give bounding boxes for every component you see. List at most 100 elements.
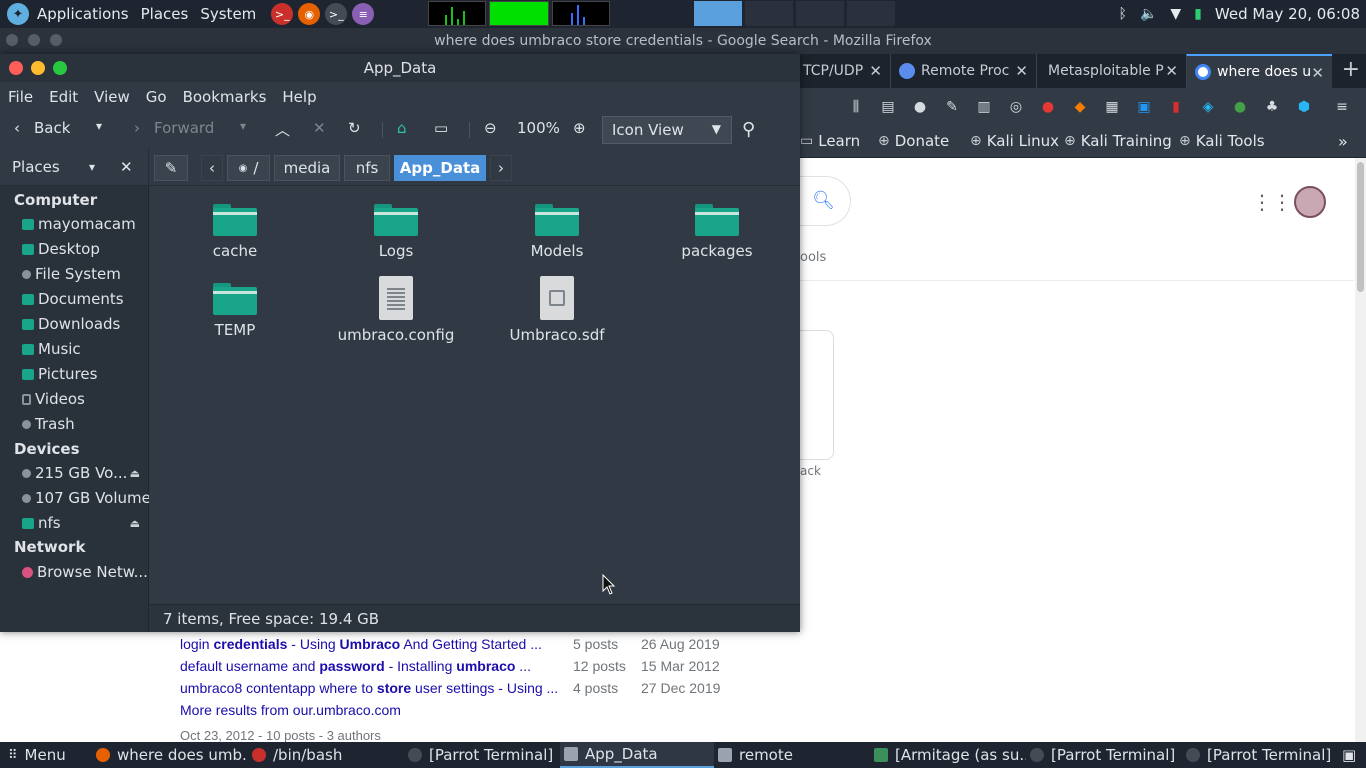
task-parrot-terminal-2[interactable]: [Parrot Terminal] <box>1030 742 1180 768</box>
extension-icon-1[interactable]: ✎ <box>942 97 962 117</box>
bookmarks-overflow-icon[interactable]: » <box>1338 132 1348 151</box>
sidebar-item-215gb-volume[interactable]: 215 GB Vo... ⏏ <box>22 464 146 482</box>
firefox-launcher-icon[interactable]: ◉ <box>298 3 321 25</box>
maximize-icon[interactable] <box>50 34 62 46</box>
feedback-link[interactable]: ack <box>800 464 821 478</box>
sidebar-item-videos[interactable]: Videos <box>22 390 146 408</box>
task-remote[interactable]: remote <box>718 742 868 768</box>
search-icon[interactable]: 🔍︎ <box>812 190 835 211</box>
edit-location-button[interactable]: ✎ <box>154 155 188 181</box>
breadcrumb-root[interactable]: ◉ / <box>227 155 270 181</box>
file-icon-view[interactable]: cache Logs Models packages TEMP umbraco.… <box>149 186 800 604</box>
tab-close-icon[interactable]: ✕ <box>1015 62 1028 80</box>
fm-titlebar[interactable]: App_Data <box>0 54 800 82</box>
sidebar-item-nfs[interactable]: nfs ⏏ <box>22 514 146 532</box>
back-button[interactable]: ‹ Back <box>14 119 70 137</box>
sidebar-item-107gb-volume[interactable]: 107 GB Volume <box>22 489 151 507</box>
system-menu[interactable]: System <box>198 5 266 23</box>
minimize-icon[interactable] <box>31 61 45 75</box>
sidebar-item-downloads[interactable]: Downloads <box>22 315 146 333</box>
page-scrollbar[interactable] <box>1355 158 1366 742</box>
close-icon[interactable] <box>6 34 18 46</box>
up-button[interactable]: ︿ <box>275 119 290 140</box>
task-bash[interactable]: /bin/bash <box>252 742 402 768</box>
wifi-icon[interactable]: ▼ <box>1170 6 1181 22</box>
parrot-logo-icon[interactable]: ✦ <box>7 3 29 25</box>
file-item-temp[interactable]: TEMP <box>175 283 295 339</box>
breadcrumb-nfs[interactable]: nfs <box>344 155 390 181</box>
forward-button[interactable]: › Forward <box>134 119 214 137</box>
menu-bookmarks[interactable]: Bookmarks <box>175 88 275 106</box>
sidebar-item-music[interactable]: Music <box>22 340 146 358</box>
search-button[interactable]: ⚲ <box>742 119 755 140</box>
clock[interactable]: Wed May 20, 06:08 <box>1215 5 1360 23</box>
bookmark-learn[interactable]: ▭ Learn <box>800 132 860 150</box>
file-item-cache[interactable]: cache <box>175 204 295 260</box>
path-scroll-left[interactable]: ‹ <box>201 155 223 181</box>
file-item-models[interactable]: Models <box>497 204 617 260</box>
tab-close-icon[interactable]: ✕ <box>1165 62 1178 80</box>
workspace-1[interactable] <box>694 1 742 26</box>
extension-icon-11[interactable]: ⬢ <box>1294 97 1314 117</box>
view-mode-select[interactable]: Icon View ▼ <box>602 116 732 144</box>
breadcrumb-app-data[interactable]: App_Data <box>394 155 486 181</box>
sidebar-item-desktop[interactable]: Desktop <box>22 240 146 258</box>
file-item-packages[interactable]: packages <box>657 204 777 260</box>
sidebar-item-pictures[interactable]: Pictures <box>22 365 146 383</box>
avatar[interactable] <box>1294 186 1326 218</box>
volume-icon[interactable]: 🔈 <box>1140 6 1157 22</box>
workspace-3[interactable] <box>796 1 844 26</box>
extension-icon-10[interactable]: ♣ <box>1262 97 1282 117</box>
terminal-launcher-icon-2[interactable]: >_ <box>325 3 348 25</box>
task-parrot-terminal-3[interactable]: [Parrot Terminal] <box>1186 742 1334 768</box>
bookmark-kali-training[interactable]: ⊕ Kali Training <box>1064 132 1172 150</box>
task-firefox[interactable]: where does umb... <box>96 742 246 768</box>
tab-close-icon[interactable]: ✕ <box>869 62 882 80</box>
zoom-in-button[interactable]: ⊕ <box>573 119 586 137</box>
task-armitage[interactable]: [Armitage (as su... <box>874 742 1026 768</box>
more-results-link[interactable]: More results from our.umbraco.com <box>180 702 401 718</box>
tools-link[interactable]: ools <box>800 250 826 265</box>
terminal-launcher-icon[interactable]: >_ <box>271 3 294 25</box>
computer-button[interactable]: ▭ <box>434 119 448 137</box>
text-editor-launcher-icon[interactable]: ≡ <box>352 3 375 25</box>
sidebar-item-trash[interactable]: Trash <box>22 415 146 433</box>
reload-button[interactable]: ↻ <box>348 119 361 137</box>
stop-button[interactable]: ✕ <box>313 119 326 137</box>
menu-edit[interactable]: Edit <box>41 88 86 106</box>
extension-icon-7[interactable]: ▮ <box>1166 97 1186 117</box>
account-icon[interactable]: ● <box>910 97 930 117</box>
tab-remote-proc[interactable]: Remote Proc ✕ <box>890 54 1036 88</box>
tab-close-icon[interactable]: ✕ <box>1311 64 1324 82</box>
eject-icon[interactable]: ⏏ <box>130 517 140 530</box>
tab-google-search[interactable]: where does u ✕ <box>1186 54 1332 88</box>
menu-go[interactable]: Go <box>138 88 175 106</box>
library-icon[interactable]: ⫼ <box>846 97 866 117</box>
sidebar-header[interactable]: Places ▾ ✕ <box>0 148 149 186</box>
workspace-switcher[interactable] <box>694 1 895 26</box>
extension-icon-5[interactable]: ▦ <box>1102 97 1122 117</box>
hamburger-menu-icon[interactable]: ≡ <box>1332 97 1352 117</box>
show-desktop-button[interactable]: ▣ <box>1342 742 1362 768</box>
menu-help[interactable]: Help <box>274 88 324 106</box>
chevron-down-icon[interactable]: ▾ <box>89 160 95 174</box>
extension-icon-9[interactable]: ● <box>1230 97 1250 117</box>
tab-metasploitable[interactable]: Metasploitable P ✕ <box>1036 54 1186 88</box>
close-sidebar-icon[interactable]: ✕ <box>120 158 133 176</box>
sidebar-icon[interactable]: ▤ <box>878 97 898 117</box>
battery-icon[interactable]: ▮ <box>1194 6 1202 22</box>
places-menu[interactable]: Places <box>139 5 199 23</box>
file-item-umbraco-config[interactable]: umbraco.config <box>336 276 456 344</box>
file-item-logs[interactable]: Logs <box>336 204 456 260</box>
extension-icon-2[interactable]: ▥ <box>974 97 994 117</box>
minimize-icon[interactable] <box>28 34 40 46</box>
start-menu-button[interactable]: ⠿ Menu <box>8 742 88 768</box>
file-item-umbraco-sdf[interactable]: Umbraco.sdf <box>497 276 617 344</box>
home-button[interactable]: ⌂ <box>397 119 407 137</box>
new-tab-icon[interactable]: + <box>1342 57 1360 82</box>
menu-file[interactable]: File <box>0 88 41 106</box>
bookmark-kali-linux[interactable]: ⊕ Kali Linux <box>970 132 1059 150</box>
extension-icon-3[interactable]: ● <box>1038 97 1058 117</box>
bookmark-kali-tools[interactable]: ⊕ Kali Tools <box>1179 132 1265 150</box>
extension-icon-4[interactable]: ◆ <box>1070 97 1090 117</box>
